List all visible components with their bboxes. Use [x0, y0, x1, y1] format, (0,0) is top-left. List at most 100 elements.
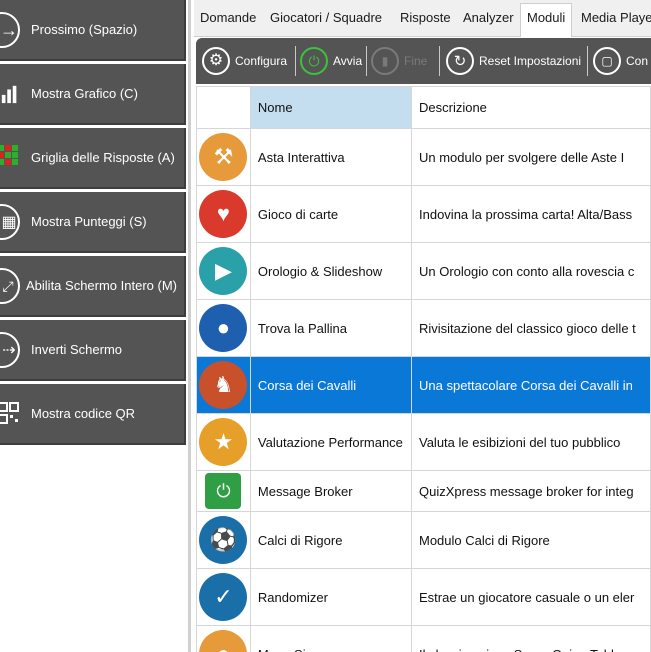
- fullscreen-button[interactable]: ⤢ Abilita Schermo Intero (M): [0, 256, 186, 317]
- invert-screen-button[interactable]: ⇢ Inverti Schermo: [0, 320, 186, 381]
- reset-icon: ↻: [446, 47, 474, 75]
- bar-chart-icon: [0, 76, 20, 112]
- table-row[interactable]: ✓ Randomizer Estrae un giocatore casuale o…: [196, 568, 651, 626]
- tab-risposte[interactable]: Risposte: [394, 4, 457, 36]
- answer-grid-label: Griglia delle Risposte (A): [31, 150, 175, 165]
- configura-label: Configura: [235, 54, 288, 68]
- partial-icon: ●: [199, 630, 248, 652]
- table-row[interactable]: ⏻ Message Broker QuizXpress message broker…: [196, 470, 651, 512]
- avvia-button[interactable]: ⏻ Avvia: [300, 44, 362, 78]
- grid-header-row: Nome Descrizione: [196, 86, 651, 129]
- reset-settings-button[interactable]: ↻ Reset Impostazioni: [446, 44, 581, 78]
- table-row[interactable]: ⚒ Asta Interattiva Un modulo per svolgere …: [196, 128, 651, 186]
- main-area: Domande Giocatori / Squadre Risposte Ana…: [194, 0, 651, 652]
- module-name-cell: Randomizer: [249, 568, 413, 626]
- fullscreen-label: Abilita Schermo Intero (M): [26, 278, 177, 293]
- message-broker-icon: ⏻: [205, 473, 242, 509]
- tab-giocatori-squadre[interactable]: Giocatori / Squadre: [264, 4, 388, 36]
- microphone-icon: ★: [199, 418, 248, 466]
- show-scores-button[interactable]: ▦ Mostra Punteggi (S): [0, 192, 186, 253]
- modules-grid: Nome Descrizione ⚒ Asta Interattiva Un mod…: [196, 86, 651, 652]
- table-row[interactable]: ♥ Gioco di carte Indovina la prossima cart…: [196, 185, 651, 243]
- qr-code-icon: [0, 396, 20, 432]
- horse-icon: ♞: [199, 361, 248, 409]
- auction-icon: ⚒: [199, 133, 248, 181]
- configura-button[interactable]: ⚙ Configura: [202, 44, 287, 78]
- module-description-cell: Un Orologio con conto alla rovescia c: [411, 242, 651, 300]
- toolbar-separator: [587, 46, 588, 76]
- toolbar-separator: [439, 46, 440, 76]
- module-icon-cell: ♞: [196, 356, 251, 414]
- column-header-icon[interactable]: [196, 86, 251, 129]
- module-name-cell: Asta Interattiva: [249, 128, 413, 186]
- reset-label: Reset Impostazioni: [479, 54, 582, 68]
- arrow-right-icon: →: [0, 12, 20, 48]
- module-icon-cell: ⚒: [196, 128, 251, 186]
- show-chart-label: Mostra Grafico (C): [31, 86, 138, 101]
- table-row[interactable]: ⚽ Calci di Rigore Modulo Calci di Rigore: [196, 511, 651, 569]
- scores-icon: ▦: [0, 204, 20, 240]
- invert-screen-label: Inverti Schermo: [31, 342, 123, 357]
- next-button-label: Prossimo (Spazio): [31, 22, 138, 37]
- tab-bar: Domande Giocatori / Squadre Risposte Ana…: [194, 0, 651, 37]
- show-chart-button[interactable]: Mostra Grafico (C): [0, 64, 186, 125]
- table-row[interactable]: ▶ Orologio & Slideshow Un Orologio con con…: [196, 242, 651, 300]
- next-button[interactable]: → Prossimo (Spazio): [0, 0, 186, 61]
- splitter[interactable]: [188, 0, 191, 652]
- module-name-cell: Message Broker: [249, 470, 413, 512]
- tab-domande[interactable]: Domande: [194, 4, 262, 36]
- module-icon-cell: ●: [196, 299, 251, 357]
- tab-moduli[interactable]: Moduli: [520, 3, 573, 37]
- table-row[interactable]: ●Mega SignIl classico gioco Super Quiz -…: [196, 625, 651, 652]
- toolbar-separator: [295, 46, 296, 76]
- module-name-cell: Calci di Rigore: [249, 511, 413, 569]
- module-name-cell: Corsa dei Cavalli: [249, 356, 413, 414]
- power-icon: ⏻: [300, 47, 328, 75]
- module-icon-cell: ⚽: [196, 511, 251, 569]
- module-name-cell: Valutazione Performance: [249, 413, 413, 471]
- module-description-cell: Una spettacolare Corsa dei Cavalli in: [411, 356, 651, 414]
- con-label: Con: [626, 54, 649, 68]
- stop-icon: ▮: [371, 47, 399, 75]
- answer-grid-icon: [0, 140, 20, 176]
- module-icon-cell: ●: [196, 625, 251, 652]
- fine-label: Fine: [404, 54, 428, 68]
- module-name-cell: Mega Sign: [249, 625, 413, 652]
- soccer-ball-icon: ⚽: [199, 516, 248, 564]
- table-row[interactable]: ● Trova la Pallina Rivisitazione del class…: [196, 299, 651, 357]
- module-icon-cell: ★: [196, 413, 251, 471]
- show-qr-label: Mostra codice QR: [31, 406, 136, 421]
- ball-icon: ●: [199, 304, 248, 352]
- module-description-cell: Estrae un giocatore casuale o un eler: [411, 568, 651, 626]
- table-row[interactable]: ♞ Corsa dei Cavalli Una spettacolare Corsa…: [196, 356, 651, 414]
- module-icon-cell: ⏻: [196, 470, 251, 512]
- module-icon-cell: ✓: [196, 568, 251, 626]
- folder-settings-icon: ▢: [593, 47, 621, 75]
- column-header-descrizione[interactable]: Descrizione: [411, 86, 651, 129]
- show-scores-label: Mostra Punteggi (S): [31, 214, 147, 229]
- clock-slideshow-icon: ▶: [199, 247, 248, 295]
- module-icon-cell: ♥: [196, 185, 251, 243]
- table-row[interactable]: ★ Valutazione Performance Valuta le esibiz…: [196, 413, 651, 471]
- cards-icon: ♥: [199, 190, 248, 238]
- modules-toolbar: ⚙ Configura ⏻ Avvia ▮ Fine ↻ Reset Impos…: [196, 38, 651, 84]
- fine-button[interactable]: ▮ Fine: [371, 44, 427, 78]
- invert-screen-icon: ⇢: [0, 332, 20, 368]
- fullscreen-icon: ⤢: [0, 268, 20, 304]
- answer-grid-button[interactable]: Griglia delle Risposte (A): [0, 128, 186, 189]
- tab-media-player[interactable]: Media Player: [575, 4, 651, 36]
- toolbar-separator: [366, 46, 367, 76]
- module-name-cell: Orologio & Slideshow: [249, 242, 413, 300]
- con-button[interactable]: ▢ Con: [593, 44, 648, 78]
- tab-analyzer[interactable]: Analyzer: [457, 4, 520, 36]
- module-icon-cell: ▶: [196, 242, 251, 300]
- column-header-nome[interactable]: Nome: [249, 86, 413, 129]
- module-description-cell: QuizXpress message broker for integ: [411, 470, 651, 512]
- module-description-cell: Valuta le esibizioni del tuo pubblico: [411, 413, 651, 471]
- module-name-cell: Gioco di carte: [249, 185, 413, 243]
- randomizer-icon: ✓: [199, 573, 248, 621]
- module-description-cell: Il classico gioco Super Quiz - Tabl: [411, 625, 651, 652]
- module-name-cell: Trova la Pallina: [249, 299, 413, 357]
- module-description-cell: Indovina la prossima carta! Alta/Bass: [411, 185, 651, 243]
- show-qr-button[interactable]: Mostra codice QR: [0, 384, 186, 445]
